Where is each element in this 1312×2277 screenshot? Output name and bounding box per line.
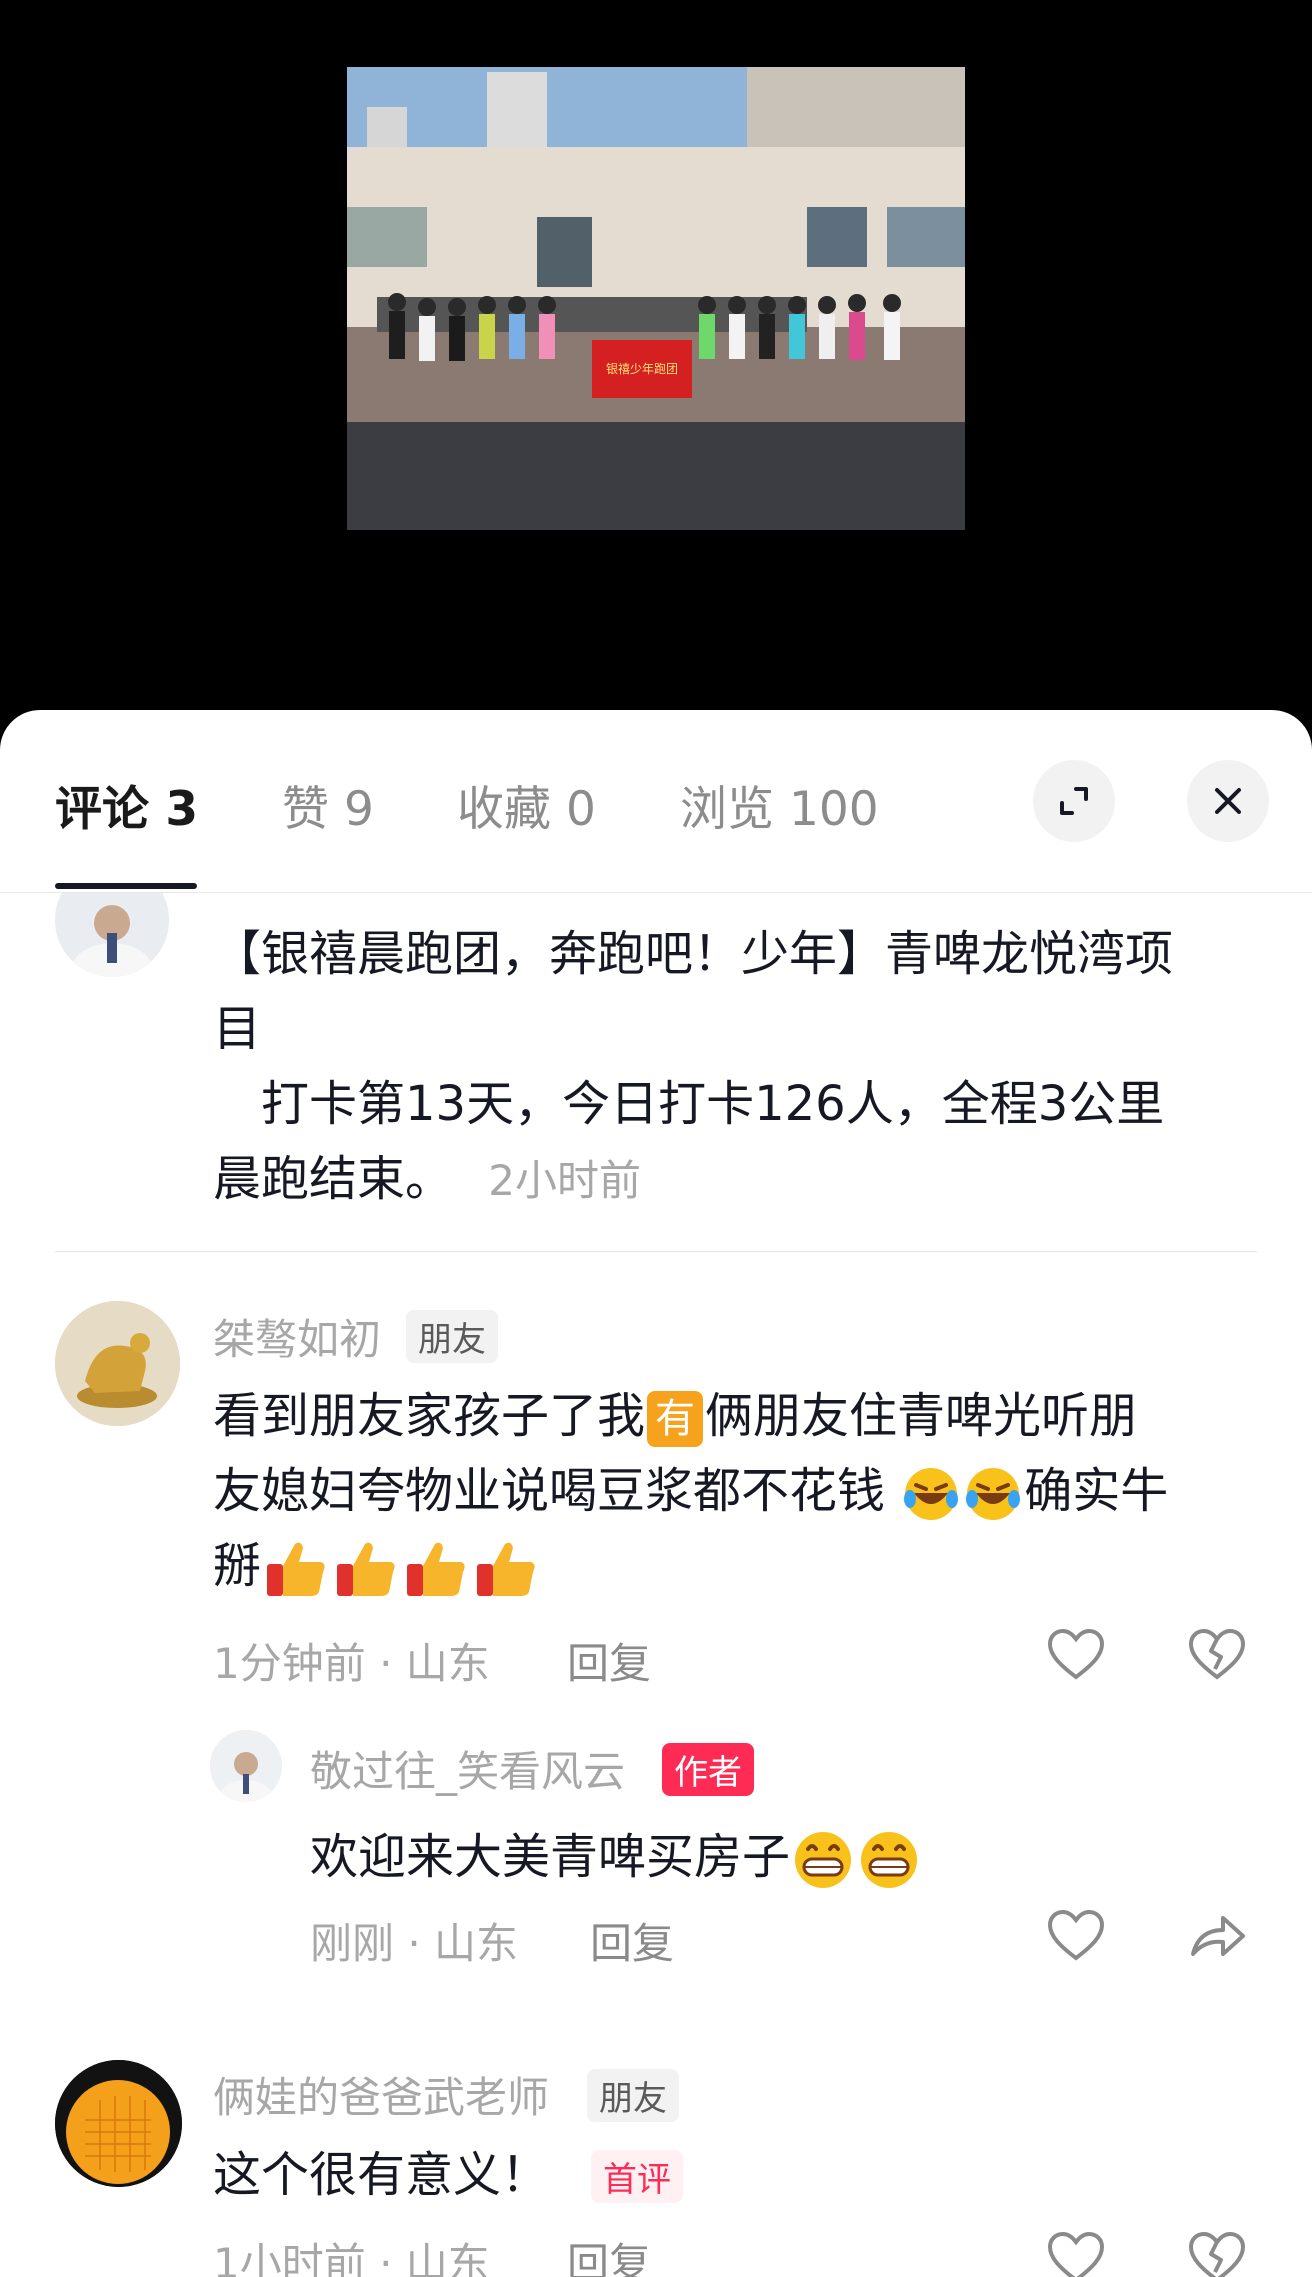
laugh-cry-emoji (966, 1468, 1021, 1520)
comment-text-part-2: 俩朋友住青啤光听朋 (705, 1388, 1138, 1444)
reply-button[interactable]: 回复 (567, 2230, 651, 2277)
team-banner-text: 银禧少年跑团 (606, 362, 678, 376)
close-button[interactable] (1187, 760, 1269, 842)
expand-icon (1060, 787, 1088, 815)
reply-author-avatar[interactable] (210, 1730, 282, 1802)
post-text-line-4: 晨跑结束。 2小时前 (213, 1142, 641, 1218)
post-divider (55, 1251, 1257, 1252)
tab-comments[interactable]: 评论 3 (55, 770, 198, 839)
post-time: 2小时前 (488, 1156, 642, 1205)
thumbs-up-emoji (407, 1542, 465, 1596)
commenter-avatar[interactable] (55, 2060, 182, 2187)
reply-button[interactable]: 回复 (567, 1630, 651, 1691)
expand-button[interactable] (1033, 760, 1115, 842)
share-icon[interactable] (1187, 1908, 1247, 1964)
tab-bar: 评论 3 赞 9 收藏 0 浏览 100 (0, 710, 1312, 893)
first-comment-tag: 首评 (591, 2150, 683, 2203)
post-photo[interactable]: 银禧少年跑团 (347, 67, 965, 530)
reply-author-name[interactable]: 敬过往_笑看风云 (310, 1738, 625, 1799)
friend-badge: 朋友 (406, 1310, 498, 1363)
thumbs-up-emoji (337, 1542, 395, 1596)
commenter-avatar[interactable] (55, 1301, 180, 1426)
commenter-name[interactable]: 桀骜如初 (213, 1306, 381, 1367)
reply-reply-button[interactable]: 回复 (590, 1910, 674, 1971)
tab-favorites[interactable]: 收藏 0 (457, 770, 596, 839)
grin-emoji (861, 1832, 918, 1888)
heart-icon[interactable] (1046, 1627, 1106, 1683)
comment-meta: 1分钟前 · 山东 (213, 1639, 490, 1688)
comment-text-line-2: 友媳妇夸物业说喝豆浆都不花钱 确实牛 (213, 1454, 1168, 1529)
close-icon (1215, 788, 1241, 814)
laugh-cry-emoji (904, 1468, 959, 1520)
comment-text-line-1: 看到朋友家孩子了我有俩朋友住青啤光听朋 (213, 1379, 1137, 1454)
you-emoji: 有 (647, 1391, 704, 1447)
post-text-line-2: 目 (213, 1001, 262, 1057)
comment-meta: 1小时前 · 山东 (213, 2239, 490, 2277)
group-photo-image: 银禧少年跑团 (347, 67, 965, 530)
heart-icon[interactable] (1046, 1908, 1106, 1964)
post-text-line-3: 打卡第13天，今日打卡126人，全程3公里 (213, 1076, 1165, 1132)
post-text-end: 晨跑结束。 (213, 1151, 454, 1207)
broken-heart-icon[interactable] (1187, 2230, 1247, 2277)
comment-text-line-3: 掰 (213, 1529, 541, 1604)
tab-likes[interactable]: 赞 9 (282, 770, 374, 839)
active-tab-indicator (55, 883, 197, 889)
comment-text-part-5: 掰 (213, 1538, 262, 1594)
broken-heart-icon[interactable] (1187, 1627, 1247, 1683)
comment-text-part-1: 看到朋友家孩子了我 (213, 1388, 646, 1444)
grin-emoji (795, 1832, 852, 1888)
comment-text-part-4: 确实牛 (1024, 1463, 1169, 1519)
tab-views[interactable]: 浏览 100 (680, 770, 879, 839)
commenter-name[interactable]: 俩娃的爸爸武老师 (213, 2064, 549, 2125)
reply-text-content: 欢迎来大美青啤买房子 (310, 1829, 791, 1885)
friend-badge: 朋友 (587, 2069, 679, 2122)
heart-icon[interactable] (1046, 2230, 1106, 2277)
comment-text: 这个很有意义！ (213, 2147, 550, 2203)
thumbs-up-emoji (267, 1542, 325, 1596)
comment-text-part-3: 友媳妇夸物业说喝豆浆都不花钱 (213, 1463, 886, 1519)
thumbs-up-emoji (477, 1542, 535, 1596)
comment-sheet: 评论 3 赞 9 收藏 0 浏览 100 【银禧晨跑团，奔跑吧！少年】青啤龙悦湾… (0, 710, 1312, 2277)
post-text-line-1: 【银禧晨跑团，奔跑吧！少年】青啤龙悦湾项 (213, 926, 1174, 982)
author-badge: 作者 (662, 1743, 754, 1796)
reply-text: 欢迎来大美青啤买房子 (310, 1820, 922, 1895)
reply-meta: 刚刚 · 山东 (310, 1919, 519, 1968)
team-banner: 银禧少年跑团 (592, 340, 692, 398)
